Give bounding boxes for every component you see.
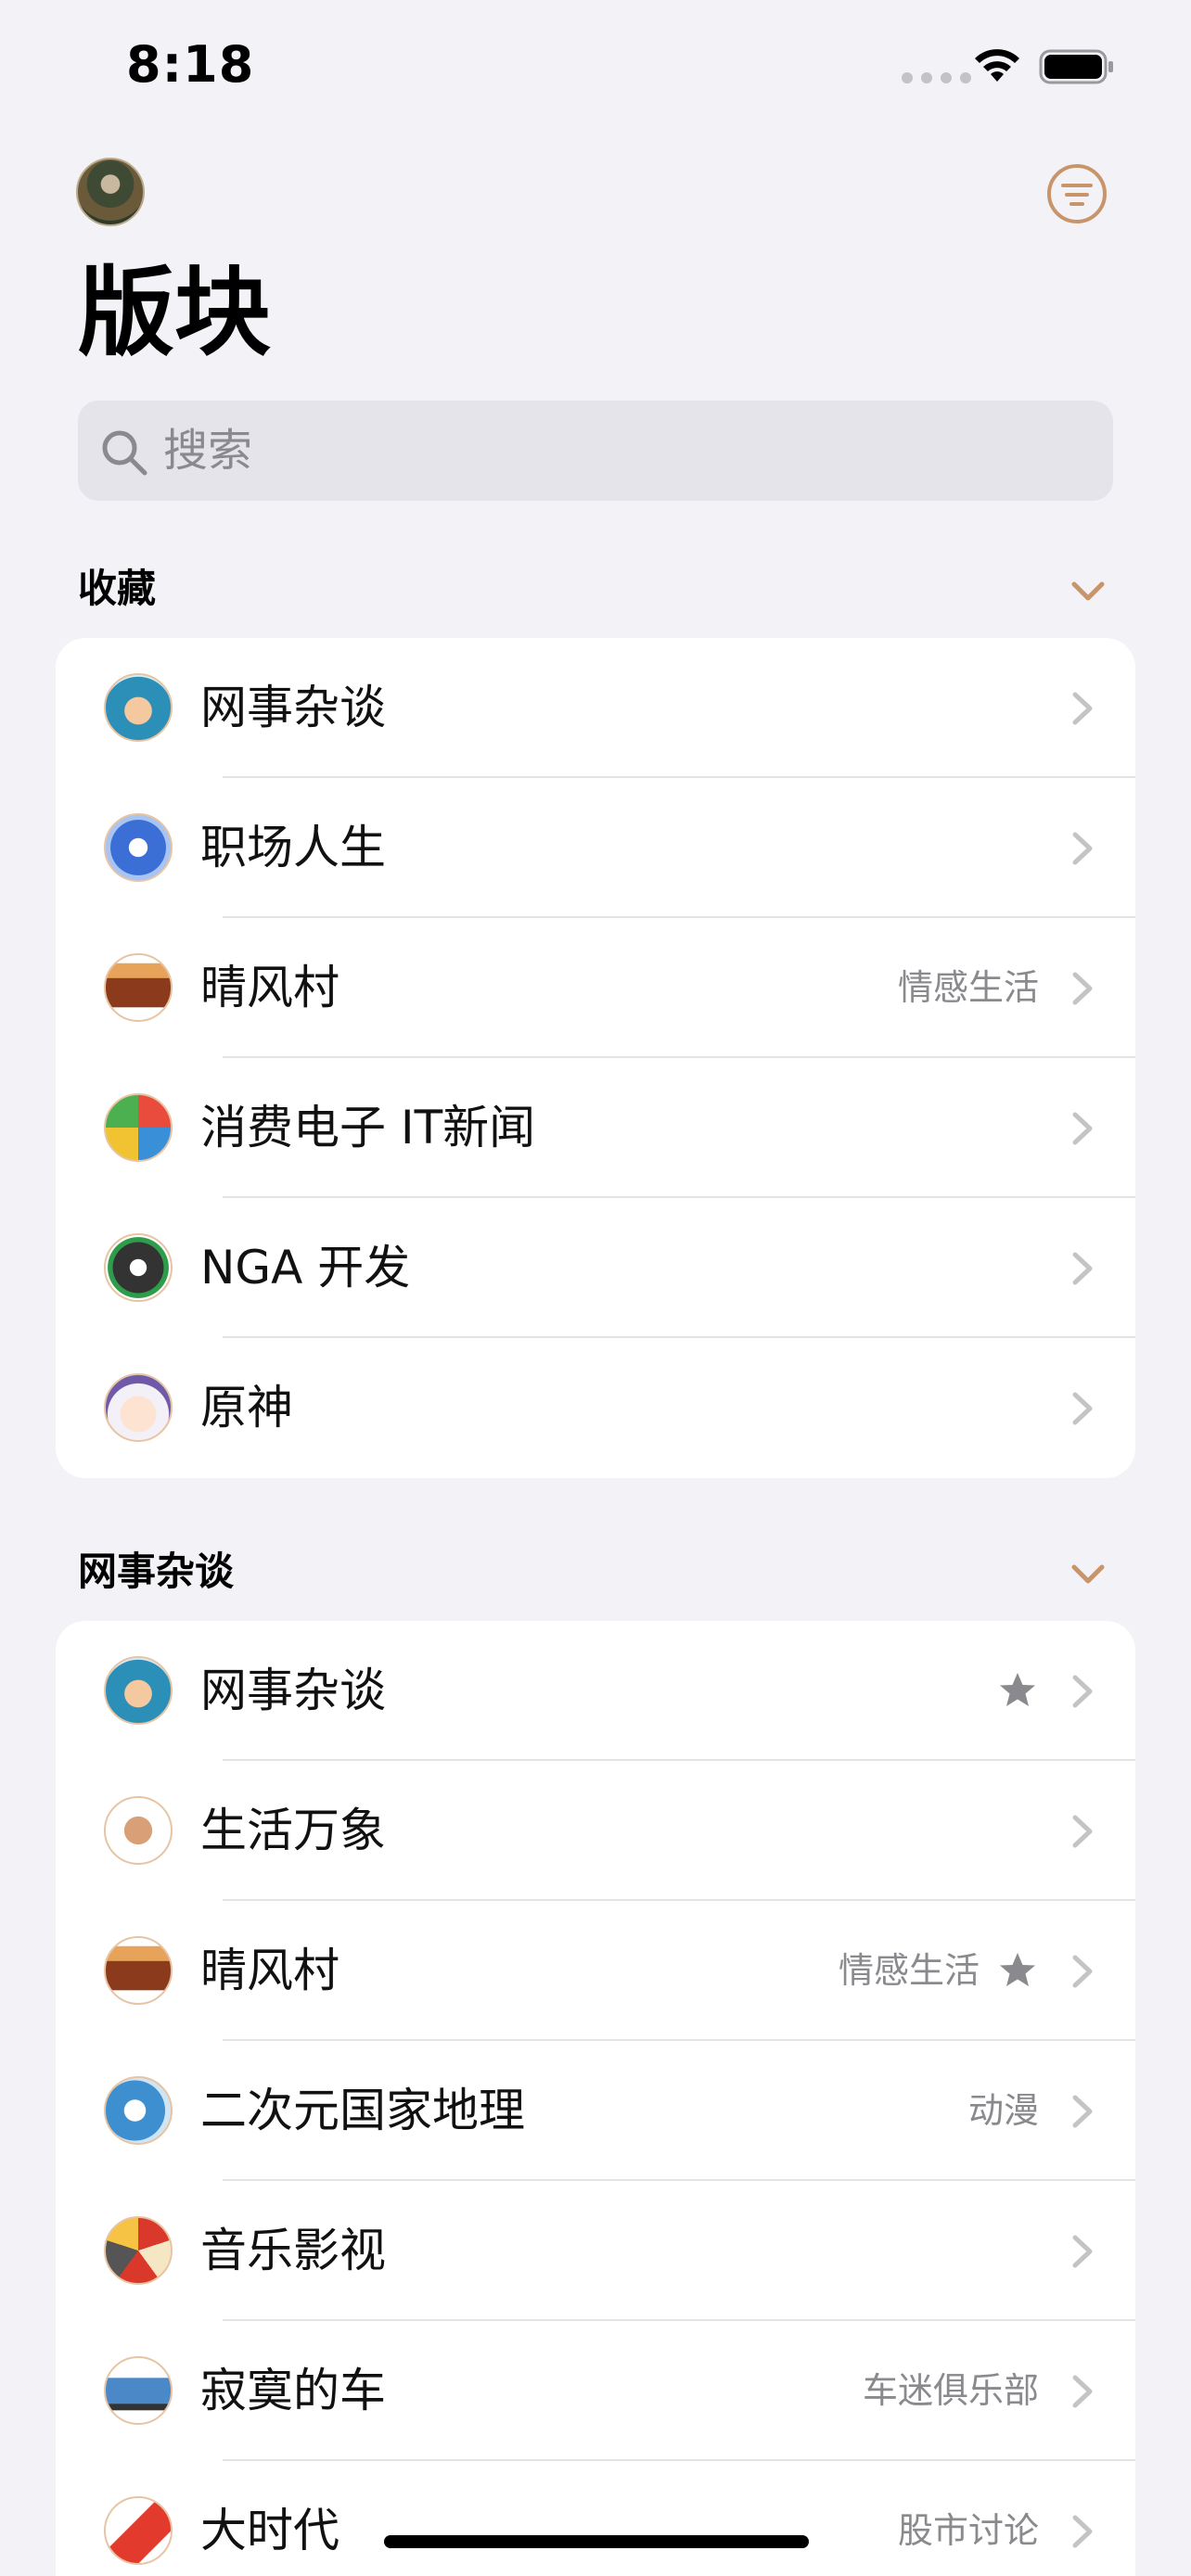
car-icon (104, 2356, 173, 2425)
list-item[interactable]: 生活万象 (56, 1761, 1135, 1901)
list-item-subtitle: 动漫 (967, 2090, 1039, 2131)
list-item-label: 网事杂谈 (200, 681, 386, 734)
list-item[interactable]: 晴风村 情感生活 (56, 1901, 1135, 2041)
search-icon (102, 430, 147, 476)
list-item-label: 晴风村 (200, 1944, 339, 1997)
list-item[interactable]: 消费电子 IT新闻 (56, 1058, 1135, 1198)
page-title: 版块 (78, 256, 272, 369)
status-time: 8:18 (126, 35, 255, 94)
search-bar[interactable] (78, 401, 1113, 501)
section-header-forums[interactable]: 网事杂谈 (78, 1539, 1113, 1604)
devices-collage-icon (104, 1093, 173, 1162)
list-item-label: 原神 (200, 1381, 293, 1435)
chevron-right-icon (1072, 832, 1093, 865)
gear-wrench-icon (104, 1233, 173, 1302)
bull-chart-icon (104, 2496, 173, 2565)
chevron-right-icon (1072, 972, 1093, 1005)
thumbs-up-icon (104, 673, 173, 742)
section-title: 网事杂谈 (78, 1549, 235, 1594)
section-title: 收藏 (78, 566, 157, 611)
list-item-label: 生活万象 (200, 1804, 386, 1857)
battery-icon (1039, 49, 1113, 84)
list-item-subtitle: 情感生活 (897, 967, 1039, 1008)
chevron-right-icon (1072, 2095, 1093, 2128)
anime-character-icon (104, 1373, 173, 1442)
star-icon[interactable] (996, 1669, 1039, 1712)
chevron-right-icon (1072, 2235, 1093, 2268)
torch-icon (104, 1936, 173, 2005)
list-item[interactable]: 晴风村 情感生活 (56, 918, 1135, 1058)
chevron-right-icon (1072, 2375, 1093, 2408)
chevron-right-icon (1072, 2515, 1093, 2548)
list-item-subtitle: 情感生活 (838, 1950, 980, 1991)
list-item-label: 消费电子 IT新闻 (200, 1101, 536, 1154)
status-bar: 8:18 (0, 0, 1191, 139)
list-item-label: 网事杂谈 (200, 1664, 386, 1717)
list-item-label: 大时代 (200, 2504, 339, 2557)
list-item[interactable]: 原神 (56, 1338, 1135, 1478)
cartoon-bird-icon (104, 2076, 173, 2145)
list-item-label: NGA 开发 (200, 1241, 411, 1294)
search-input[interactable] (163, 401, 1072, 501)
chevron-down-icon[interactable] (1067, 569, 1109, 612)
chevron-right-icon (1072, 1675, 1093, 1708)
chevron-down-icon[interactable] (1067, 1552, 1109, 1595)
chevron-right-icon (1072, 1252, 1093, 1285)
popcorn-film-icon (104, 2216, 173, 2285)
thumbs-up-icon (104, 1656, 173, 1725)
home-indicator[interactable] (384, 2535, 809, 2548)
list-item-label: 晴风村 (200, 961, 339, 1014)
list-item-label: 二次元国家地理 (200, 2084, 525, 2137)
list-item[interactable]: 寂寞的车 车迷俱乐部 (56, 2321, 1135, 2461)
chevron-right-icon (1072, 1955, 1093, 1988)
paw-card-icon (104, 1796, 173, 1865)
list-item[interactable]: 音乐影视 (56, 2181, 1135, 2321)
list-item[interactable]: 大时代 股市讨论 (56, 2461, 1135, 2576)
list-item-subtitle: 股市讨论 (897, 2510, 1039, 2551)
chevron-right-icon (1072, 1112, 1093, 1145)
star-icon[interactable] (996, 1949, 1039, 1992)
list-item[interactable]: 二次元国家地理 动漫 (56, 2041, 1135, 2181)
list-item[interactable]: 网事杂谈 (56, 638, 1135, 778)
chevron-right-icon (1072, 1815, 1093, 1848)
forum-list: 网事杂谈 生活万象 晴风村 情感生活 二次元国家地理 动漫 音乐影视 寂寞的车 … (56, 1621, 1135, 2576)
cellular-signal-icon (902, 72, 971, 83)
favorites-list: 网事杂谈 职场人生 晴风村 情感生活 消费电子 IT新闻 NGA 开发 原神 (56, 638, 1135, 1478)
filter-icon[interactable] (1046, 163, 1108, 224)
list-item-label: 音乐影视 (200, 2224, 386, 2277)
screen: 8:18 版块 收藏 (0, 0, 1191, 2576)
list-item[interactable]: 网事杂谈 (56, 1621, 1135, 1761)
list-item-label: 寂寞的车 (200, 2364, 386, 2417)
list-item-subtitle: 车迷俱乐部 (862, 2370, 1039, 2411)
avatar[interactable] (76, 158, 145, 226)
list-item-label: 职场人生 (200, 821, 386, 874)
workplace-badge-icon (104, 813, 173, 882)
wifi-icon (975, 49, 1019, 82)
torch-icon (104, 953, 173, 1022)
list-item[interactable]: NGA 开发 (56, 1198, 1135, 1338)
chevron-right-icon (1072, 1392, 1093, 1425)
chevron-right-icon (1072, 692, 1093, 725)
section-header-favorites[interactable]: 收藏 (78, 556, 1113, 621)
list-item[interactable]: 职场人生 (56, 778, 1135, 918)
